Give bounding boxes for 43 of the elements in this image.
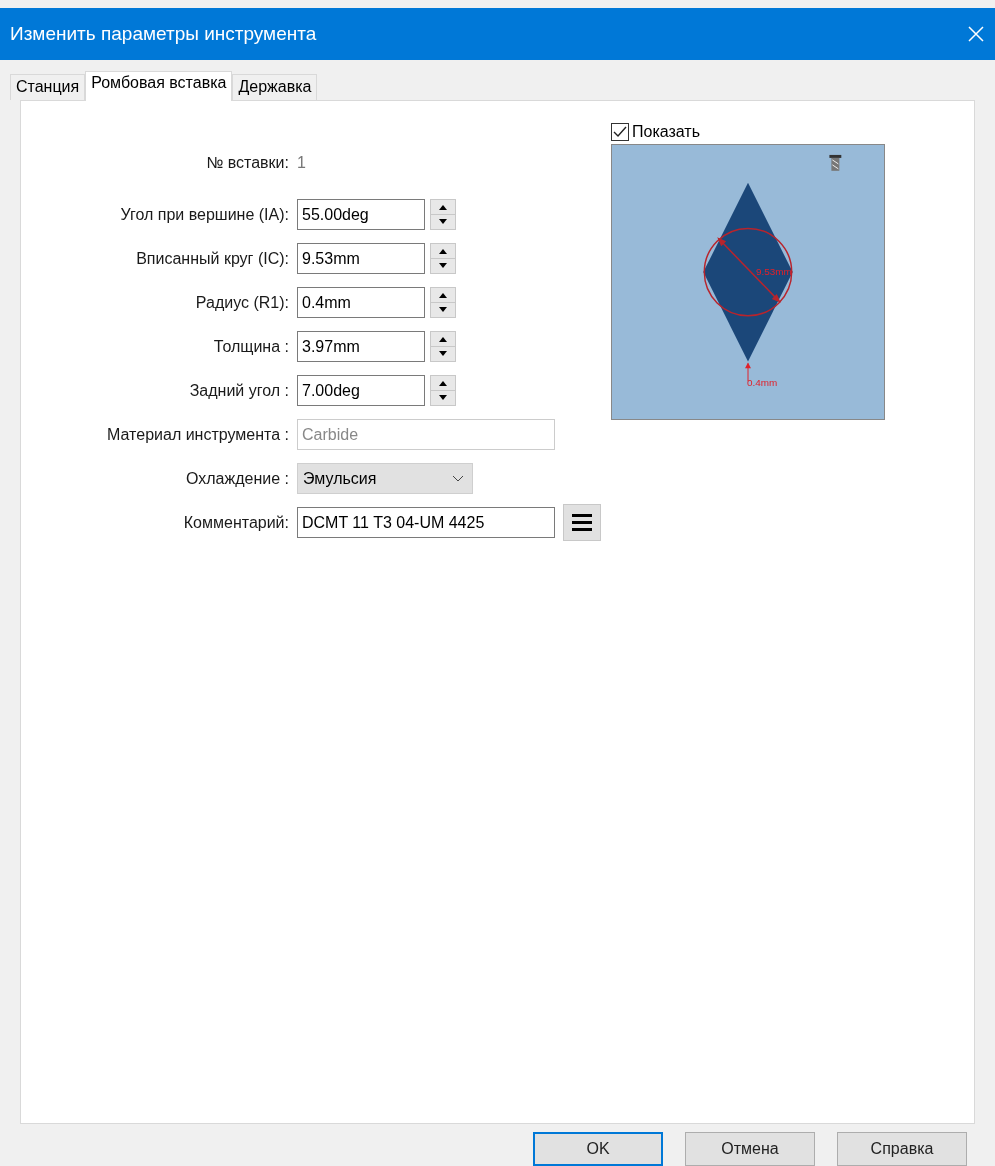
show-checkbox[interactable]: Показать xyxy=(611,122,885,141)
field-label: Угол при вершине (IA): xyxy=(119,205,290,224)
checkbox[interactable] xyxy=(611,122,629,141)
field-label: Радиус (R1): xyxy=(194,293,290,312)
field-label: № вставки: xyxy=(205,153,290,172)
dialog-button[interactable]: OK xyxy=(533,1132,663,1166)
tool-icon xyxy=(829,154,842,171)
spin-buttons[interactable] xyxy=(430,199,456,231)
checkmark-icon xyxy=(613,126,627,138)
radius-arrow xyxy=(745,362,751,382)
input-field[interactable]: DCMT 11 T3 04-UM 4425 xyxy=(297,507,555,539)
dimension-label: 9.53mm xyxy=(755,265,792,277)
field-label: Вписанный круг (IC): xyxy=(135,249,290,268)
checkbox-label: Показать xyxy=(632,122,700,141)
input-field[interactable]: 7.00deg xyxy=(297,375,425,407)
dialog-button[interactable]: Справка xyxy=(837,1132,967,1166)
input-field: Carbide xyxy=(297,419,555,451)
tab[interactable]: Ромбовая вставка xyxy=(85,70,233,101)
menu-icon xyxy=(572,514,592,532)
spin-buttons[interactable] xyxy=(430,287,456,319)
input-field[interactable]: 55.00deg xyxy=(297,199,425,231)
menu-button[interactable] xyxy=(563,504,601,542)
tab[interactable]: Станция xyxy=(10,73,86,100)
dropdown[interactable]: Эмульсия xyxy=(297,463,473,495)
field-label: Охлаждение : xyxy=(185,469,290,488)
window-title: Изменить параметры инструмента xyxy=(10,22,317,45)
field-value: 1 xyxy=(297,153,306,172)
close-icon[interactable] xyxy=(967,24,985,43)
spin-buttons[interactable] xyxy=(430,243,456,275)
field-label: Комментарий: xyxy=(182,513,290,532)
field-label: Толщина : xyxy=(212,337,290,356)
spin-buttons[interactable] xyxy=(430,375,456,407)
field-label: Материал инструмента : xyxy=(106,425,290,444)
dimension-label: 0.4mm xyxy=(747,377,778,388)
dialog-button[interactable]: Отмена xyxy=(685,1132,815,1166)
tab[interactable]: Державка xyxy=(232,73,318,100)
dropdown-value: Эмульсия xyxy=(303,469,377,488)
field-label: Задний угол : xyxy=(188,381,290,400)
input-field[interactable]: 3.97mm xyxy=(297,331,425,363)
spin-buttons[interactable] xyxy=(430,331,456,363)
input-field[interactable]: 0.4mm xyxy=(297,287,425,319)
chevron-down-icon xyxy=(452,475,464,483)
input-field[interactable]: 9.53mm xyxy=(297,243,425,275)
